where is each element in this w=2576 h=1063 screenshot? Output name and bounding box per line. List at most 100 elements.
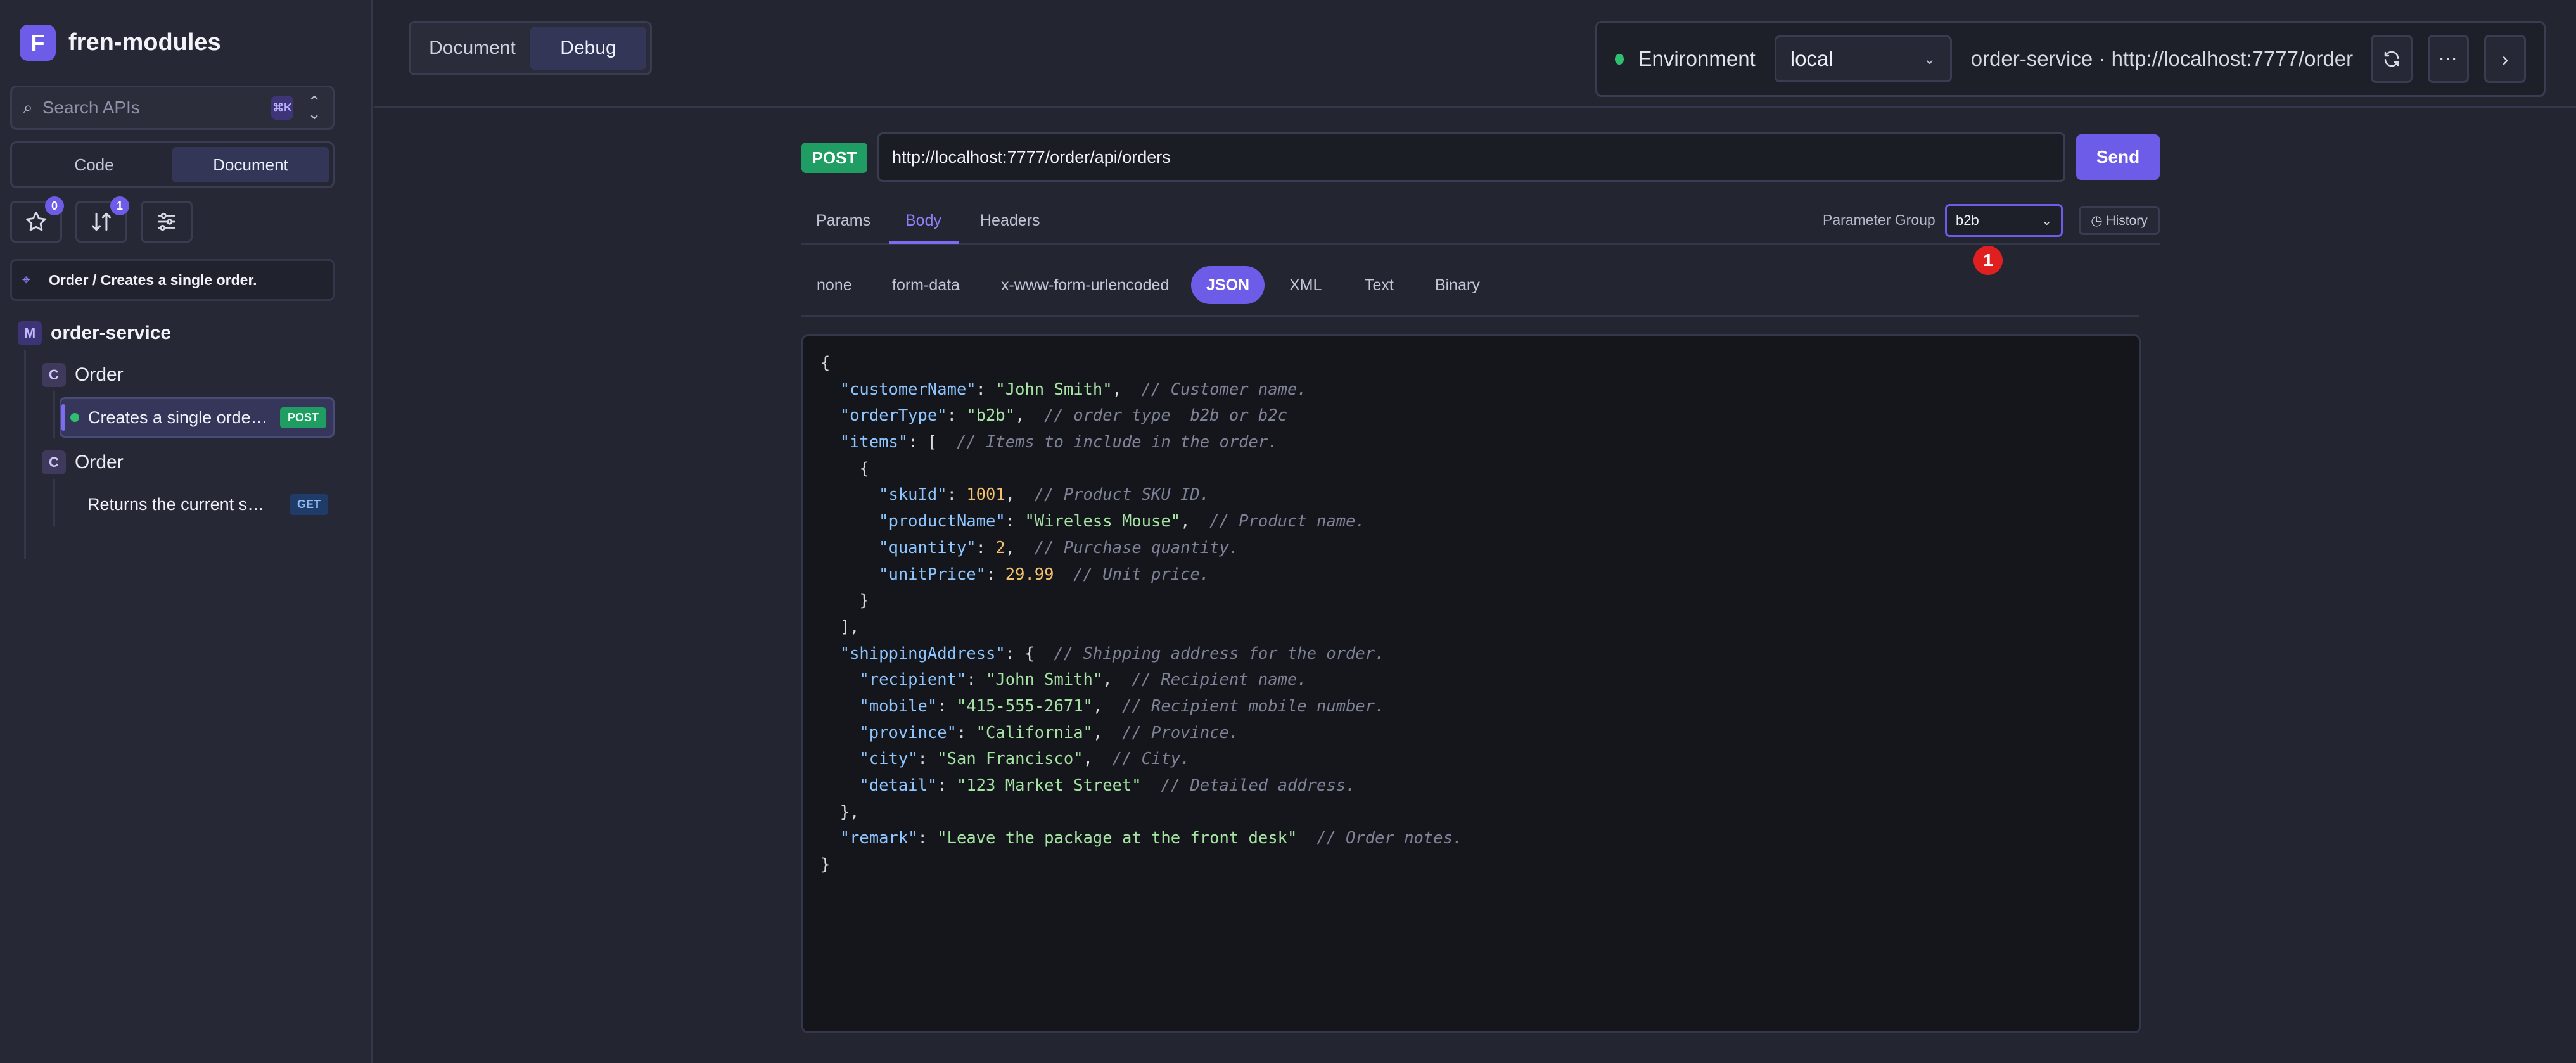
app-logo-badge: F <box>20 25 56 61</box>
endpoint-item[interactable]: Returns the current s… GET <box>79 484 335 525</box>
endpoint-name: Returns the current s… <box>87 494 265 514</box>
method-tag: POST <box>279 407 326 428</box>
code-content: { "customerName": "John Smith", // Custo… <box>820 350 1462 879</box>
search-input[interactable] <box>42 98 271 118</box>
chevron-right-icon: › <box>2501 47 2509 70</box>
body-type-urlencoded[interactable]: x-www-form-urlencoded <box>986 266 1184 304</box>
search-icon: ⌕ <box>23 98 33 117</box>
parameter-group-label: Parameter Group <box>1823 212 1935 228</box>
code-line: ], <box>820 617 860 637</box>
environment-select[interactable]: local ⌄ <box>1774 35 1952 82</box>
crosshair-icon: ⌖ <box>22 272 30 288</box>
parameter-group-value: b2b <box>1956 212 1979 228</box>
tree-guide-line <box>53 391 55 438</box>
tab-document[interactable]: Document <box>414 27 530 70</box>
star-icon <box>26 212 46 231</box>
status-dot <box>70 413 79 422</box>
body-type-binary[interactable]: Binary <box>1420 266 1495 304</box>
controller-name: Order <box>75 452 124 473</box>
send-button[interactable]: Send <box>2076 134 2160 180</box>
active-tab-underline <box>889 241 959 244</box>
tab-body[interactable]: Body <box>905 212 941 230</box>
json-body-editor[interactable]: { "customerName": "John Smith", // Custo… <box>801 334 2141 1033</box>
breadcrumb-text: Order / Creates a single order. <box>49 271 257 288</box>
url-input[interactable] <box>877 132 2065 182</box>
code-line: "customerName": "John Smith", // Custome… <box>839 379 1307 399</box>
method-tag: GET <box>289 493 328 515</box>
body-type-none[interactable]: none <box>801 266 867 304</box>
sort-button[interactable]: 1 <box>75 196 129 243</box>
controller-badge: C <box>42 363 66 387</box>
tree-guide-line <box>24 350 26 559</box>
module-name: order-service <box>51 322 172 343</box>
sidebar-toolbar: 0 1 <box>10 196 193 243</box>
code-line: "city": "San Francisco", // City. <box>859 749 1190 769</box>
code-line: "unitPrice": 29.99 // Unit price. <box>879 564 1210 584</box>
environment-status-dot <box>1615 53 1624 65</box>
environment-panel: Environment local ⌄ order-service · http… <box>1595 21 2546 97</box>
environment-selected-value: local <box>1790 47 1833 70</box>
code-line: }, <box>820 802 860 822</box>
favorites-count-badge: 0 <box>45 196 64 215</box>
method-badge: POST <box>801 143 867 173</box>
mode-option-document[interactable]: Document <box>172 147 329 182</box>
code-line: "items": [ // Items to include in the or… <box>839 433 1278 452</box>
breadcrumb[interactable]: ⌖ Order / Creates a single order. <box>10 259 335 301</box>
sort-count-badge: 1 <box>110 196 129 215</box>
code-line: "orderType": "b2b", // order type b2b or… <box>839 406 1287 426</box>
body-type-form-data[interactable]: form-data <box>877 266 975 304</box>
endpoint-item[interactable]: Creates a single orde… POST <box>60 397 335 438</box>
shortcut-badge: ⌘K <box>271 96 294 120</box>
sort-arrows-icon <box>92 212 111 231</box>
code-line: "detail": "123 Market Street" // Detaile… <box>859 776 1356 795</box>
chevron-down-icon: ⌄ <box>1923 50 1936 68</box>
expand-panel-button[interactable]: › <box>2484 35 2526 83</box>
tab-params[interactable]: Params <box>816 212 870 230</box>
filter-settings-button[interactable] <box>141 201 193 243</box>
sidebar: F fren-modules ⌕ ⌘K ⌃⌄ Code Document 0 1… <box>0 0 373 1063</box>
code-line: "mobile": "415-555-2671", // Recipient m… <box>859 696 1385 716</box>
code-line: "quantity": 2, // Purchase quantity. <box>879 538 1239 557</box>
code-line: "recipient": "John Smith", // Recipient … <box>859 670 1307 690</box>
code-line: "skuId": 1001, // Product SKU ID. <box>879 485 1210 505</box>
code-line: { <box>820 459 869 478</box>
code-line: } <box>820 591 869 611</box>
header-divider <box>374 106 2576 108</box>
body-type-json[interactable]: JSON <box>1191 266 1265 304</box>
body-type-tabs: none form-data x-www-form-urlencoded JSO… <box>801 266 2139 317</box>
code-line: "shippingAddress": { // Shipping address… <box>839 644 1385 663</box>
code-line: { <box>820 353 831 372</box>
body-type-xml[interactable]: XML <box>1274 266 1337 304</box>
tab-debug[interactable]: Debug <box>530 27 646 70</box>
collapse-all-icon[interactable]: ⌃ ⌄ <box>307 94 321 122</box>
mode-option-code[interactable]: Code <box>16 147 172 182</box>
app-logo: F fren-modules <box>20 25 221 61</box>
active-indicator <box>61 404 65 431</box>
favorites-button[interactable]: 0 <box>10 196 64 243</box>
code-line: "productName": "Wireless Mouse", // Prod… <box>879 512 1365 532</box>
chevron-down-icon: ⌄ <box>2041 213 2052 228</box>
tab-headers[interactable]: Headers <box>980 212 1040 230</box>
sliders-icon <box>157 212 176 231</box>
refresh-button[interactable] <box>2371 35 2413 83</box>
view-toggle: Document Debug <box>409 21 652 75</box>
search-box: ⌕ ⌘K ⌃⌄ <box>10 86 335 130</box>
tree-controller[interactable]: C Order <box>42 450 124 475</box>
more-options-button[interactable]: ⋯ <box>2427 35 2470 83</box>
module-badge: M <box>18 321 42 345</box>
tree-module[interactable]: M order-service <box>18 321 171 346</box>
parameter-group-select[interactable]: b2b ⌄ <box>1945 204 2063 237</box>
refresh-icon <box>2384 51 2399 67</box>
app-name: fren-modules <box>68 29 221 56</box>
code-line: "remark": "Leave the package at the fron… <box>839 829 1463 848</box>
tree-guide-line <box>53 479 55 526</box>
more-horizontal-icon: ⋯ <box>2438 48 2459 70</box>
body-type-text[interactable]: Text <box>1349 266 1409 304</box>
history-button[interactable]: ◷ History <box>2079 206 2160 235</box>
service-url: order-service · http://localhost:7777/or… <box>1970 47 2354 70</box>
code-line: } <box>820 855 831 875</box>
code-line: "province": "California", // Province. <box>859 723 1239 742</box>
endpoint-name: Creates a single orde… <box>88 407 268 427</box>
controller-name: Order <box>75 364 124 385</box>
tree-controller[interactable]: C Order <box>42 362 124 388</box>
